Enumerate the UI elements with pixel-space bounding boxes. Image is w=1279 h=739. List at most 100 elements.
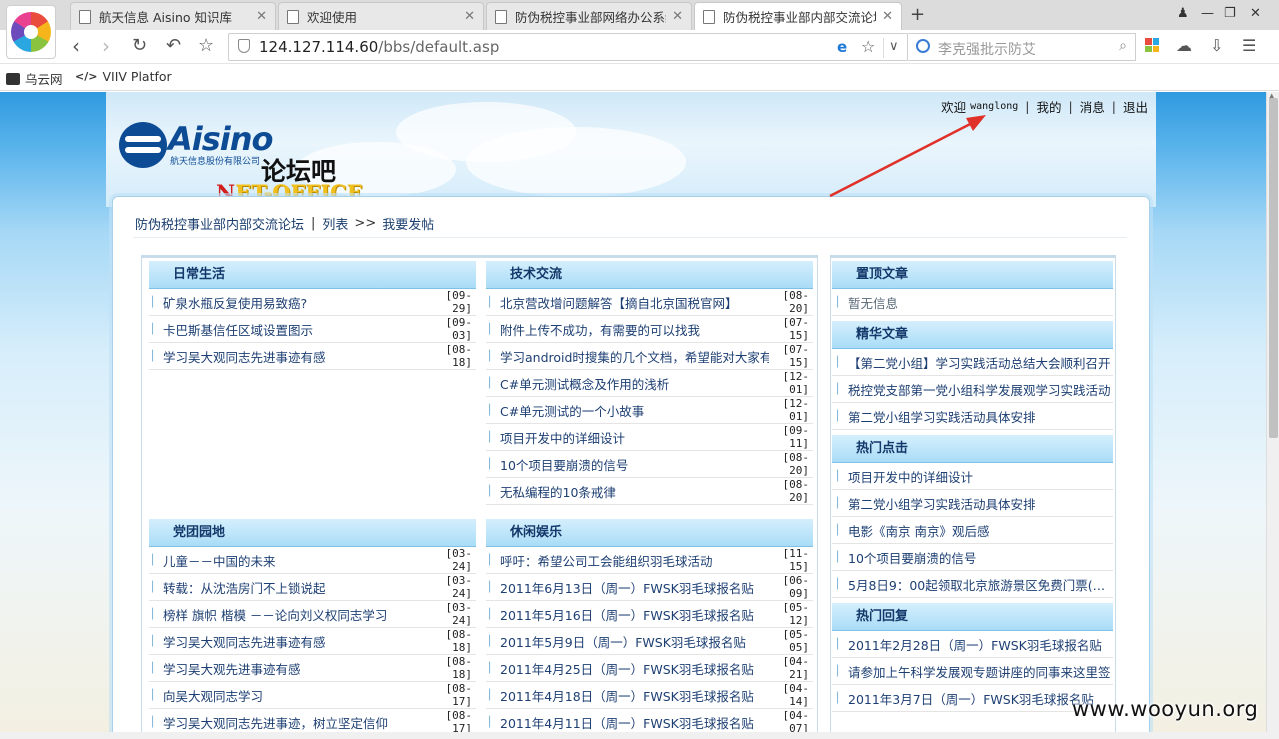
topic-link[interactable]: C#单元测试概念及作用的浅析 <box>500 374 769 393</box>
search-box[interactable]: 李克强批示防艾 ⌕ <box>908 33 1136 61</box>
topic-link[interactable]: 5月8日9：00起领取北京旅游景区免费门票(绿色 <box>848 575 1113 594</box>
topic-row: ▏ 2011年4月18日（周一）FWSK羽毛球报名贴 [04-14] <box>486 682 813 709</box>
topic-row: ▏ 学习吴大观同志先进事迹有感 [08-18] <box>149 628 476 655</box>
chevron-down-icon[interactable]: ∨ <box>889 39 899 54</box>
topic-date: [11-15] <box>782 547 810 573</box>
topic-list: ▏ 北京营改增问题解答【摘自北京国税官网】 [08-20] ▏ 附件上传不成功，有需要的… <box>486 289 813 505</box>
topic-link[interactable]: 2011年6月13日（周一）FWSK羽毛球报名贴 <box>500 578 769 597</box>
topic-link[interactable]: 学习android时搜集的几个文档，希望能对大家有 <box>500 347 769 366</box>
section-title[interactable]: 党团园地 <box>149 519 476 547</box>
topic-date: [09-03] <box>445 316 473 342</box>
topic-link[interactable]: 2011年4月18日（周一）FWSK羽毛球报名贴 <box>500 686 769 705</box>
scrollbar-thumb[interactable] <box>1269 98 1278 438</box>
close-icon[interactable]: ✕ <box>256 9 267 24</box>
topic-link[interactable]: 第二党小组学习实践活动具体安排 <box>848 494 1113 513</box>
forward-icon[interactable]: › <box>102 35 110 57</box>
topic-link[interactable]: 请参加上午科学发展观专题讲座的同事来这里签 <box>848 662 1113 681</box>
section-title[interactable]: 技术交流 <box>486 261 813 289</box>
topic-link[interactable]: 税控党支部第一党小组科学发展观学习实践活动 <box>848 380 1113 399</box>
bookmark-wooyun[interactable]: 乌云网 <box>6 69 63 88</box>
page-viewport: Aisino 航天信息股份有限公司 论坛吧 NET-OFFICE 欢迎 wang… <box>0 92 1266 732</box>
topic-link[interactable]: 学习吴大观先进事迹有感 <box>163 659 432 678</box>
reload-icon[interactable]: ↻ <box>132 35 147 57</box>
address-bar[interactable]: 124.127.114.60/bbs/default.asp e ☆ ∨ <box>228 33 908 61</box>
topic-link[interactable]: 附件上传不成功，有需要的可以找我 <box>500 320 769 339</box>
star-icon[interactable]: ☆ <box>198 35 214 57</box>
tab-title: 防伪税控事业部内部交流论坛 <box>723 10 877 25</box>
shirt-icon[interactable]: ♟ <box>1177 6 1189 21</box>
topic-link[interactable]: 矿泉水瓶反复使用易致癌? <box>163 293 432 312</box>
new-post-link[interactable]: 我要发帖 <box>382 214 434 233</box>
topic-link[interactable]: 项目开发中的详细设计 <box>500 428 769 447</box>
new-tab-button[interactable]: + <box>910 4 925 25</box>
minimize-icon[interactable]: — <box>1201 6 1214 21</box>
topic-link[interactable]: 卡巴斯基信任区域设置图示 <box>163 320 432 339</box>
my-link[interactable]: 我的 <box>1037 97 1062 116</box>
cloud-icon[interactable]: ☁ <box>1176 36 1192 55</box>
vertical-scrollbar[interactable]: ▲ <box>1266 92 1279 732</box>
topic-link[interactable]: 2011年2月28日（周一）FWSK羽毛球报名贴 <box>848 635 1113 654</box>
maximize-icon[interactable]: ❐ <box>1224 6 1236 21</box>
close-window-icon[interactable]: ✕ <box>1250 6 1261 21</box>
topic-link[interactable]: 第二党小组学习实践活动具体安排 <box>848 407 1113 426</box>
topic-link[interactable]: 2011年5月16日（周一）FWSK羽毛球报名贴 <box>500 605 769 624</box>
watermark-text: www.wooyun.org <box>1072 697 1259 721</box>
bookmark-viiv[interactable]: </> VIIV Platfor <box>75 69 172 84</box>
browser-logo[interactable] <box>6 5 56 59</box>
tab-welcome[interactable]: 欢迎使用 ✕ <box>278 2 484 30</box>
sidebar-pinned: 置顶文章 ▏ 暂无信息 <box>832 261 1113 316</box>
topic-link[interactable]: 儿童－－中国的未来 <box>163 551 432 570</box>
breadcrumb-list-link[interactable]: 列表 <box>322 214 348 233</box>
download-icon[interactable]: ⇩ <box>1210 36 1223 55</box>
topic-link[interactable]: 项目开发中的详细设计 <box>848 467 1113 486</box>
topic-link[interactable]: 无私编程的10条戒律 <box>500 482 769 501</box>
topic-link[interactable]: 学习吴大观同志先进事迹，树立坚定信仰 <box>163 713 432 732</box>
tab-forum[interactable]: 防伪税控事业部内部交流论坛 ✕ <box>694 2 902 30</box>
section-title[interactable]: 休闲娱乐 <box>486 519 813 547</box>
close-icon[interactable]: ✕ <box>882 9 893 24</box>
topic-link[interactable]: 【第二党小组】学习实践活动总结大会顺利召开 <box>848 353 1113 372</box>
logout-link[interactable]: 退出 <box>1123 97 1148 116</box>
topic-date: [06-09] <box>782 574 810 600</box>
undo-icon[interactable]: ↶ <box>166 35 181 57</box>
search-icon[interactable]: ⌕ <box>1119 38 1127 54</box>
topic-link[interactable]: 2011年4月11日（周一）FWSK羽毛球报名贴 <box>500 713 769 732</box>
tab-aisino-kb[interactable]: 航天信息 Aisino 知识库 ✕ <box>70 2 276 30</box>
topic-link[interactable]: C#单元测试的一个小故事 <box>500 401 769 420</box>
messages-link[interactable]: 消息 <box>1080 97 1105 116</box>
apps-grid-icon[interactable] <box>1145 38 1159 52</box>
tab-office-system[interactable]: 防伪税控事业部网络办公系统 ✕ <box>486 2 692 30</box>
section-title[interactable]: 日常生活 <box>149 261 476 289</box>
topic-link[interactable]: 2011年5月9日（周一）FWSK羽毛球报名贴 <box>500 632 769 651</box>
topic-link[interactable]: 电影《南京 南京》观后感 <box>848 521 1113 540</box>
topic-link[interactable]: 暂无信息 <box>848 293 1113 312</box>
section-title: 置顶文章 <box>832 261 1113 289</box>
back-icon[interactable]: ‹ <box>72 35 80 57</box>
topic-link[interactable]: 北京营改增问题解答【摘自北京国税官网】 <box>500 293 769 312</box>
topic-link[interactable]: 学习吴大观同志先进事迹有感 <box>163 347 432 366</box>
close-icon[interactable]: ✕ <box>672 9 683 24</box>
topic-link[interactable]: 10个项目要崩溃的信号 <box>848 548 1113 567</box>
topic-link[interactable]: 呼吁：希望公司工会能组织羽毛球活动 <box>500 551 769 570</box>
menu-icon[interactable]: ☰ <box>1242 36 1256 55</box>
ie-mode-icon[interactable]: e <box>837 38 847 56</box>
url-text[interactable]: 124.127.114.60/bbs/default.asp <box>259 38 499 56</box>
topic-link[interactable]: 转载：从沈浩房门不上锁说起 <box>163 578 432 597</box>
bullet-icon: ▏ <box>152 296 160 308</box>
section-title: 热门点击 <box>832 435 1113 463</box>
topic-link[interactable]: 10个项目要崩溃的信号 <box>500 455 769 474</box>
horizontal-scrollbar[interactable] <box>0 732 1279 739</box>
topic-link[interactable]: 2011年4月25日（周一）FWSK羽毛球报名贴 <box>500 659 769 678</box>
topic-link[interactable]: 学习吴大观同志先进事迹有感 <box>163 632 432 651</box>
breadcrumb-forum-link[interactable]: 防伪税控事业部内部交流论坛 <box>135 214 304 233</box>
search-input[interactable]: 李克强批示防艾 <box>938 39 1036 59</box>
search-engine-icon <box>916 39 930 53</box>
close-icon[interactable]: ✕ <box>464 9 475 24</box>
topic-link[interactable]: 榜样 旗帜 楷模 －－论向刘义权同志学习 <box>163 605 432 624</box>
section-tech: 技术交流 ▏ 北京营改增问题解答【摘自北京国税官网】 [08-20] ▏ 附件上传不成功… <box>486 261 813 505</box>
bullet-icon: ▏ <box>489 323 497 335</box>
topic-row: ▏ 10个项目要崩溃的信号 [08-20] <box>486 451 813 478</box>
topic-link[interactable]: 向吴大观同志学习 <box>163 686 432 705</box>
topic-date: [08-20] <box>782 451 810 477</box>
bookmark-star-icon[interactable]: ☆ <box>861 37 875 56</box>
